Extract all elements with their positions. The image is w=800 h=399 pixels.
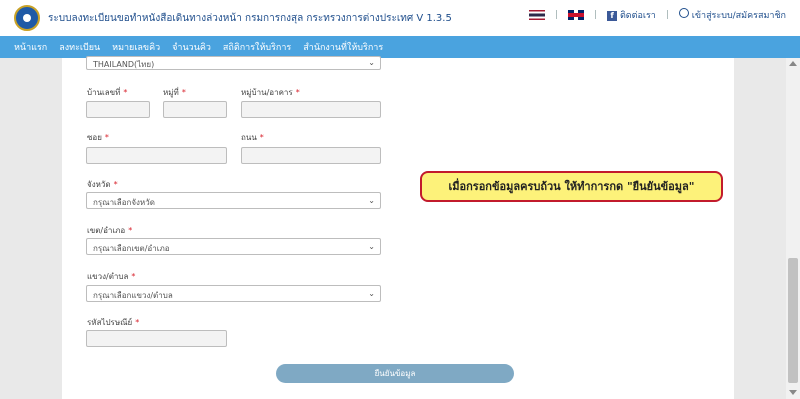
contact-label: ติดต่อเรา [619, 11, 656, 21]
header-tools: | | f ติดต่อเรา | เข้าสู่ระบบ/สมัครสมาชิ… [528, 8, 786, 22]
separator: | [554, 10, 559, 20]
chevron-down-icon: ⌄ [368, 58, 375, 67]
subdistrict-label: แขวง/ตำบล * [87, 272, 136, 281]
contact-link[interactable]: f ติดต่อเรา [607, 8, 656, 22]
postcode-input[interactable] [86, 330, 227, 347]
scroll-down-icon[interactable] [789, 390, 797, 395]
soi-input[interactable] [86, 147, 227, 164]
moo-label: หมู่ที่ * [163, 88, 186, 97]
chevron-down-icon: ⌄ [368, 242, 375, 251]
nav-offices[interactable]: สำนักงานที่ให้บริการ [303, 40, 383, 54]
nav-statistics[interactable]: สถิติการให้บริการ [223, 40, 291, 54]
scroll-thumb[interactable] [788, 258, 798, 383]
nav-queue-count[interactable]: จำนวนคิว [172, 40, 211, 54]
main-nav: หน้าแรก ลงทะเบียน หมายเลขคิว จำนวนคิว สถ… [0, 36, 800, 58]
login-link[interactable]: เข้าสู่ระบบ/สมัครสมาชิก [678, 8, 786, 22]
province-placeholder: กรุณาเลือกจังหวัด [93, 198, 155, 207]
subdistrict-placeholder: กรุณาเลือกแขวง/ตำบล [93, 291, 173, 300]
scroll-up-icon[interactable] [789, 61, 797, 66]
page-scrollbar[interactable] [786, 58, 800, 399]
road-input[interactable] [241, 147, 381, 164]
thai-flag-icon[interactable] [528, 10, 545, 20]
soi-label: ซอย * [87, 133, 109, 142]
separator: | [665, 10, 669, 20]
district-select[interactable]: กรุณาเลือกเขต/อำเภอ ⌄ [86, 238, 381, 255]
chevron-down-icon: ⌄ [368, 196, 375, 205]
subdistrict-select[interactable]: กรุณาเลือกแขวง/ตำบล ⌄ [86, 285, 381, 302]
district-placeholder: กรุณาเลือกเขต/อำเภอ [93, 244, 170, 253]
facebook-icon: f [607, 11, 618, 21]
village-input[interactable] [241, 101, 381, 118]
district-label: เขต/อำเภอ * [87, 226, 133, 235]
app-title: ระบบลงทะเบียนขอทำหนังสือเดินทางล่วงหน้า … [48, 13, 452, 24]
separator: | [594, 10, 598, 20]
house-no-label: บ้านเลขที่ * [87, 88, 128, 97]
moo-input[interactable] [163, 101, 227, 118]
nav-queue-number[interactable]: หมายเลขคิว [112, 40, 160, 54]
user-icon [678, 8, 689, 18]
postcode-label: รหัสไปรษณีย์ * [87, 318, 140, 327]
confirm-button[interactable]: ยืนยันข้อมูล [276, 364, 514, 383]
house-no-input[interactable] [86, 101, 150, 118]
province-label: จังหวัด * [87, 180, 118, 189]
nav-register[interactable]: ลงทะเบียน [59, 40, 100, 54]
province-select[interactable]: กรุณาเลือกจังหวัด ⌄ [86, 192, 381, 209]
login-label: เข้าสู่ระบบ/สมัครสมาชิก [691, 11, 786, 21]
nav-home[interactable]: หน้าแรก [14, 40, 47, 54]
village-label: หมู่บ้าน/อาคาร * [241, 88, 300, 97]
chevron-down-icon: ⌄ [368, 289, 375, 298]
country-value: THAILAND(ไทย) [93, 60, 155, 69]
uk-flag-icon[interactable] [568, 10, 585, 20]
country-select[interactable]: THAILAND(ไทย) ⌄ [86, 56, 381, 70]
instruction-callout: เมื่อกรอกข้อมูลครบถ้วน ให้ทำการกด "ยืนยั… [420, 171, 723, 202]
road-label: ถนน * [241, 133, 264, 142]
top-header: ระบบลงทะเบียนขอทำหนังสือเดินทางล่วงหน้า … [0, 0, 800, 36]
department-logo [14, 5, 40, 31]
